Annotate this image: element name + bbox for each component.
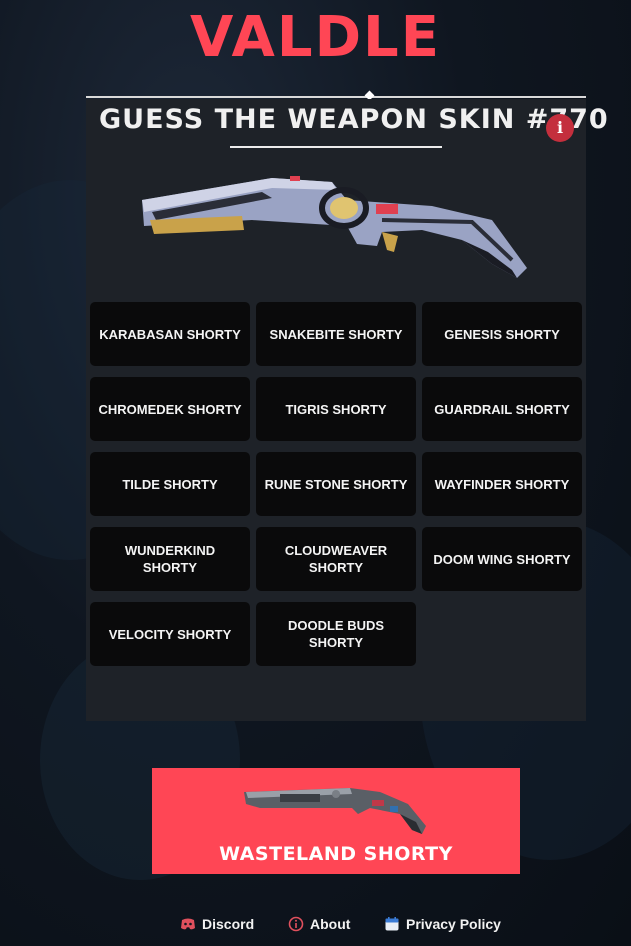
option-button[interactable]: CHROMEDEK SHORTY	[90, 377, 250, 441]
option-button[interactable]: TILDE SHORTY	[90, 452, 250, 516]
discord-label: Discord	[202, 916, 255, 932]
about-link[interactable]: About	[288, 914, 350, 934]
answer-name: WASTELAND SHORTY	[219, 843, 453, 865]
title-underline	[230, 146, 442, 148]
discord-icon	[181, 918, 195, 930]
panel-top-line	[86, 96, 586, 98]
option-button[interactable]: SNAKEBITE SHORTY	[256, 302, 416, 366]
option-button[interactable]: WAYFINDER SHORTY	[422, 452, 582, 516]
privacy-policy-label: Privacy Policy	[406, 916, 501, 932]
page-title: GUESS THE WEAPON SKIN #770	[99, 104, 609, 135]
option-button[interactable]: RUNE STONE SHORTY	[256, 452, 416, 516]
weapon-skin-image	[142, 176, 527, 278]
option-button[interactable]: TIGRIS SHORTY	[256, 377, 416, 441]
info-icon[interactable]: i	[546, 114, 574, 142]
option-button[interactable]: CLOUDWEAVER SHORTY	[256, 527, 416, 591]
privacy-policy-link[interactable]: Privacy Policy	[384, 914, 501, 934]
option-button[interactable]: VELOCITY SHORTY	[90, 602, 250, 666]
calendar-icon	[385, 917, 399, 931]
option-button[interactable]: KARABASAN SHORTY	[90, 302, 250, 366]
logo-text: VALDLE	[190, 5, 441, 70]
discord-link[interactable]: Discord	[180, 914, 254, 934]
option-button[interactable]: DOODLE BUDS SHORTY	[256, 602, 416, 666]
option-button[interactable]: DOOM WING SHORTY	[422, 527, 582, 591]
footer: Discord About Privacy Policy	[0, 914, 631, 934]
option-button[interactable]: GUARDRAIL SHORTY	[422, 377, 582, 441]
answer-weapon-image	[244, 788, 426, 834]
info-circle-icon	[288, 916, 304, 932]
option-button[interactable]: WUNDERKIND SHORTY	[90, 527, 250, 591]
option-button[interactable]: GENESIS SHORTY	[422, 302, 582, 366]
site-logo[interactable]: VALDLE	[0, 8, 631, 68]
about-label: About	[310, 916, 351, 932]
